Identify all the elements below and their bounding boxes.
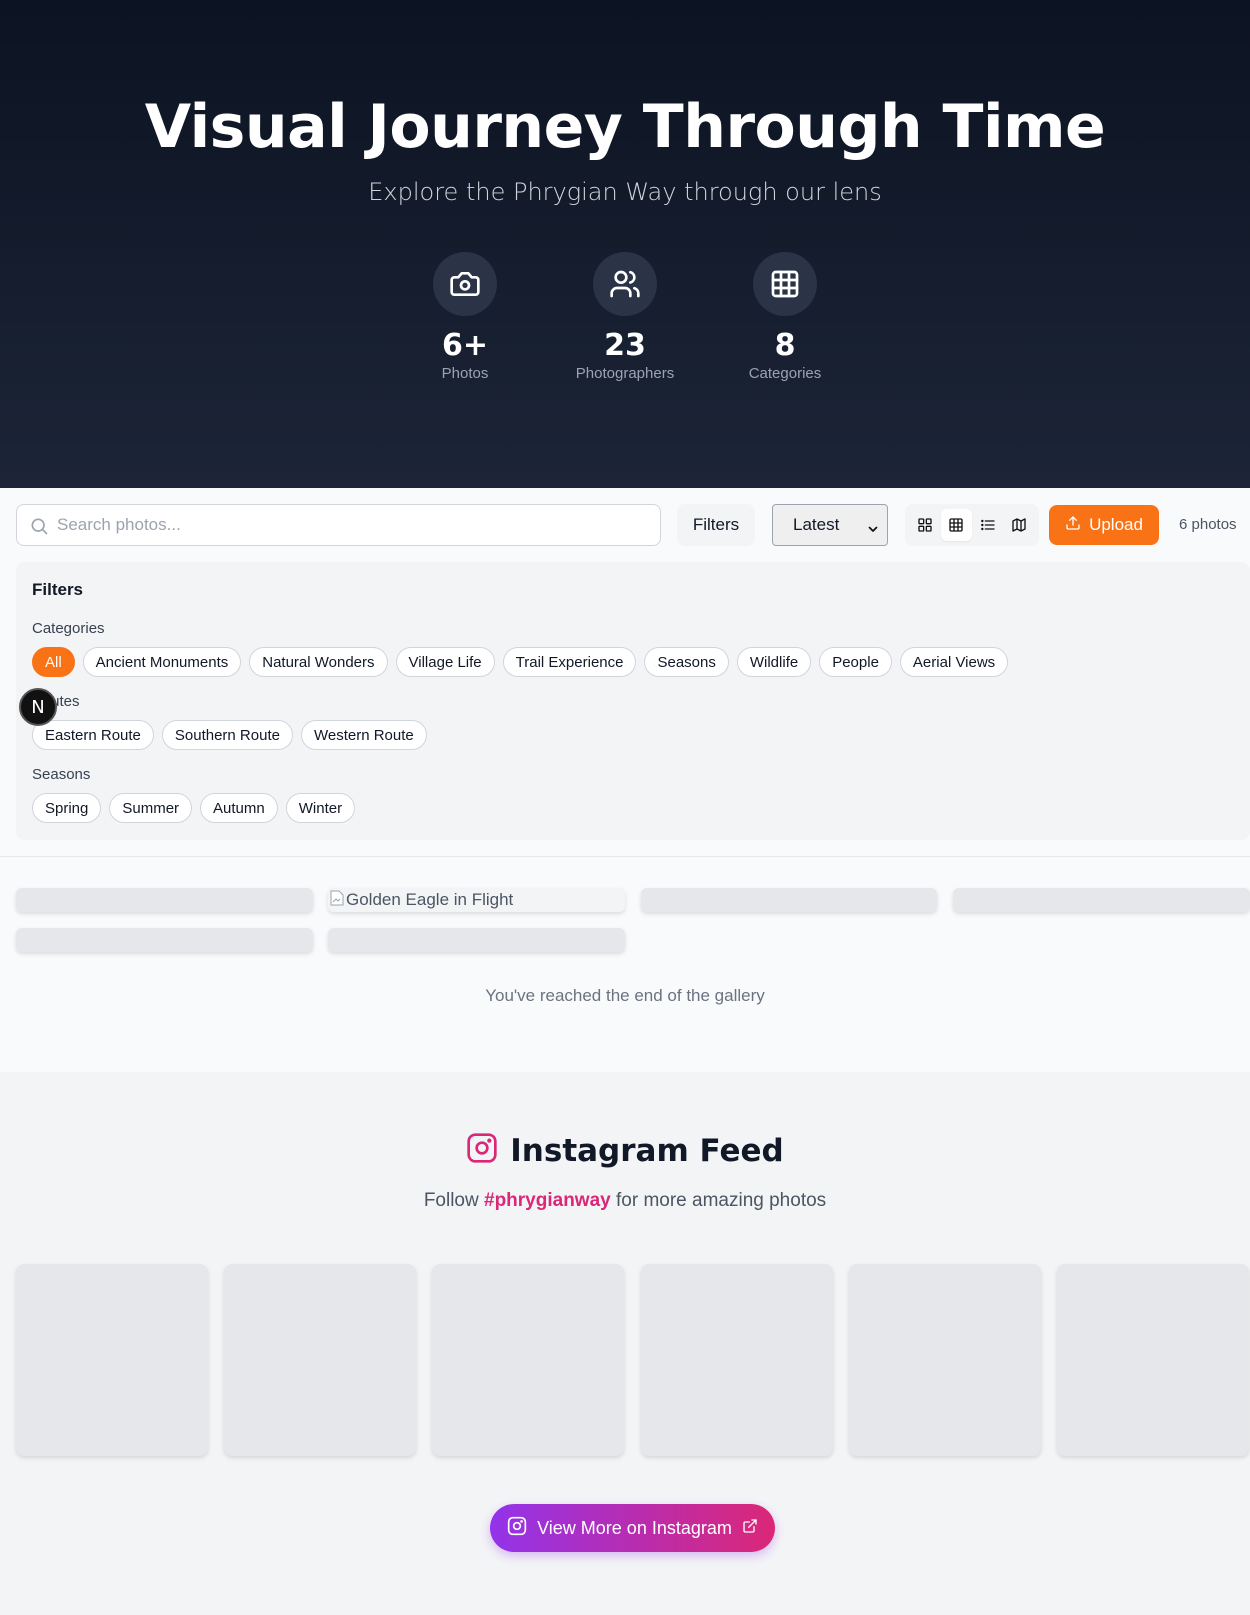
season-chip-autumn[interactable]: Autumn (200, 793, 278, 823)
seasons-label: Seasons (32, 766, 91, 783)
dev-overlay-badge[interactable]: N (19, 688, 57, 726)
sort-select-value: Latest (793, 515, 840, 534)
view-mode-toggle (905, 504, 1039, 546)
filters-button[interactable]: Filters (677, 504, 755, 546)
grid-icon (753, 252, 817, 316)
season-chip-winter[interactable]: Winter (285, 793, 356, 823)
list-view-icon[interactable] (972, 509, 1004, 541)
filter-panel-title: Filters (32, 580, 84, 599)
stat-label: Photographers (575, 365, 675, 382)
gallery-card[interactable]: Golden Eagle in Flight (328, 888, 625, 912)
season-chips: Spring Summer Autumn Winter (32, 793, 1234, 823)
categories-label: Categories (32, 620, 105, 637)
gallery-card[interactable] (641, 888, 937, 912)
subtitle-suffix: for more amazing photos (616, 1190, 827, 1211)
hashtag-link[interactable]: #phrygianway (484, 1190, 611, 1211)
category-chips: All Ancient Monuments Natural Wonders Vi… (32, 647, 1234, 677)
instagram-icon (507, 1516, 527, 1541)
instagram-section: Instagram Feed Follow #phrygianway for m… (0, 1072, 1250, 1615)
route-chip-southern[interactable]: Southern Route (161, 720, 293, 750)
stat-value: 6+ (441, 328, 488, 363)
image-alt-text: Golden Eagle in Flight (346, 890, 514, 909)
route-chips: Eastern Route Southern Route Western Rou… (32, 720, 1234, 750)
grid-view-icon[interactable] (940, 509, 972, 541)
subtitle-prefix: Follow (423, 1190, 479, 1211)
gallery-card[interactable] (328, 928, 625, 952)
sort-select[interactable]: Latest (772, 504, 888, 546)
map-view-icon[interactable] (1004, 509, 1036, 541)
gallery-toolbar: Filters Latest Upload 6 photos (16, 504, 1250, 546)
broken-image-icon (330, 890, 344, 911)
filter-panel: Filters Categories All Ancient Monuments… (16, 562, 1250, 840)
category-chip-trail-experience[interactable]: Trail Experience (502, 647, 637, 677)
camera-icon (433, 252, 497, 316)
category-chip-village-life[interactable]: Village Life (395, 647, 495, 677)
chevron-down-icon (867, 520, 879, 540)
route-chip-western[interactable]: Western Route (300, 720, 427, 750)
upload-icon (1065, 515, 1081, 536)
view-more-label: View More on Instagram (537, 1517, 732, 1538)
instagram-tile[interactable] (16, 1264, 208, 1456)
season-chip-summer[interactable]: Summer (109, 793, 193, 823)
photo-count: 6 photos (1179, 516, 1237, 533)
stat-value: 8 (774, 328, 796, 363)
instagram-tile[interactable] (849, 1264, 1041, 1456)
stats-row: 6+ Photos 23 Photographers 8 Categories (0, 252, 1250, 382)
search-box (16, 504, 661, 546)
route-chip-eastern[interactable]: Eastern Route (32, 720, 154, 750)
category-chip-seasons[interactable]: Seasons (644, 647, 729, 677)
gallery-card[interactable] (953, 888, 1250, 912)
external-link-icon (742, 1518, 758, 1539)
instagram-tile[interactable] (1057, 1264, 1249, 1456)
view-more-instagram-button[interactable]: View More on Instagram (490, 1504, 775, 1552)
category-chip-wildlife[interactable]: Wildlife (736, 647, 812, 677)
instagram-header: Instagram Feed (0, 1132, 1250, 1169)
category-chip-people[interactable]: People (819, 647, 892, 677)
stat-label: Photos (441, 365, 489, 382)
section-divider (0, 856, 1250, 857)
category-chip-ancient-monuments[interactable]: Ancient Monuments (82, 647, 242, 677)
instagram-icon (466, 1132, 498, 1169)
gallery-card[interactable] (16, 928, 313, 952)
stat-value: 23 (604, 328, 646, 363)
season-chip-spring[interactable]: Spring (32, 793, 102, 823)
stat-categories: 8 Categories (733, 252, 838, 382)
instagram-title: Instagram Feed (510, 1132, 784, 1169)
users-icon (593, 252, 657, 316)
routes-label: Routes (32, 693, 1234, 710)
stat-label: Categories (748, 365, 822, 382)
instagram-subtitle: Follow #phrygianway for more amazing pho… (0, 1190, 1250, 1212)
search-icon (29, 516, 49, 541)
gallery-end-text: You've reached the end of the gallery (485, 986, 765, 1005)
hero-title: Visual Journey Through Time (144, 92, 1106, 162)
stat-photographers: 23 Photographers (573, 252, 678, 382)
instagram-tile[interactable] (641, 1264, 833, 1456)
category-chip-all[interactable]: All (32, 647, 75, 677)
instagram-tile[interactable] (432, 1264, 624, 1456)
category-chip-natural-wonders[interactable]: Natural Wonders (249, 647, 388, 677)
masonry-view-icon[interactable] (909, 509, 941, 541)
hero-subtitle: Explore the Phrygian Way through our len… (368, 178, 882, 206)
upload-button-label: Upload (1089, 515, 1143, 534)
upload-button[interactable]: Upload (1049, 505, 1159, 545)
hero-section: Visual Journey Through Time Explore the … (0, 0, 1250, 488)
gallery-card[interactable] (16, 888, 313, 912)
instagram-tile[interactable] (224, 1264, 416, 1456)
category-chip-aerial-views[interactable]: Aerial Views (899, 647, 1009, 677)
stat-photos: 6+ Photos (413, 252, 518, 382)
search-input[interactable] (57, 505, 647, 545)
